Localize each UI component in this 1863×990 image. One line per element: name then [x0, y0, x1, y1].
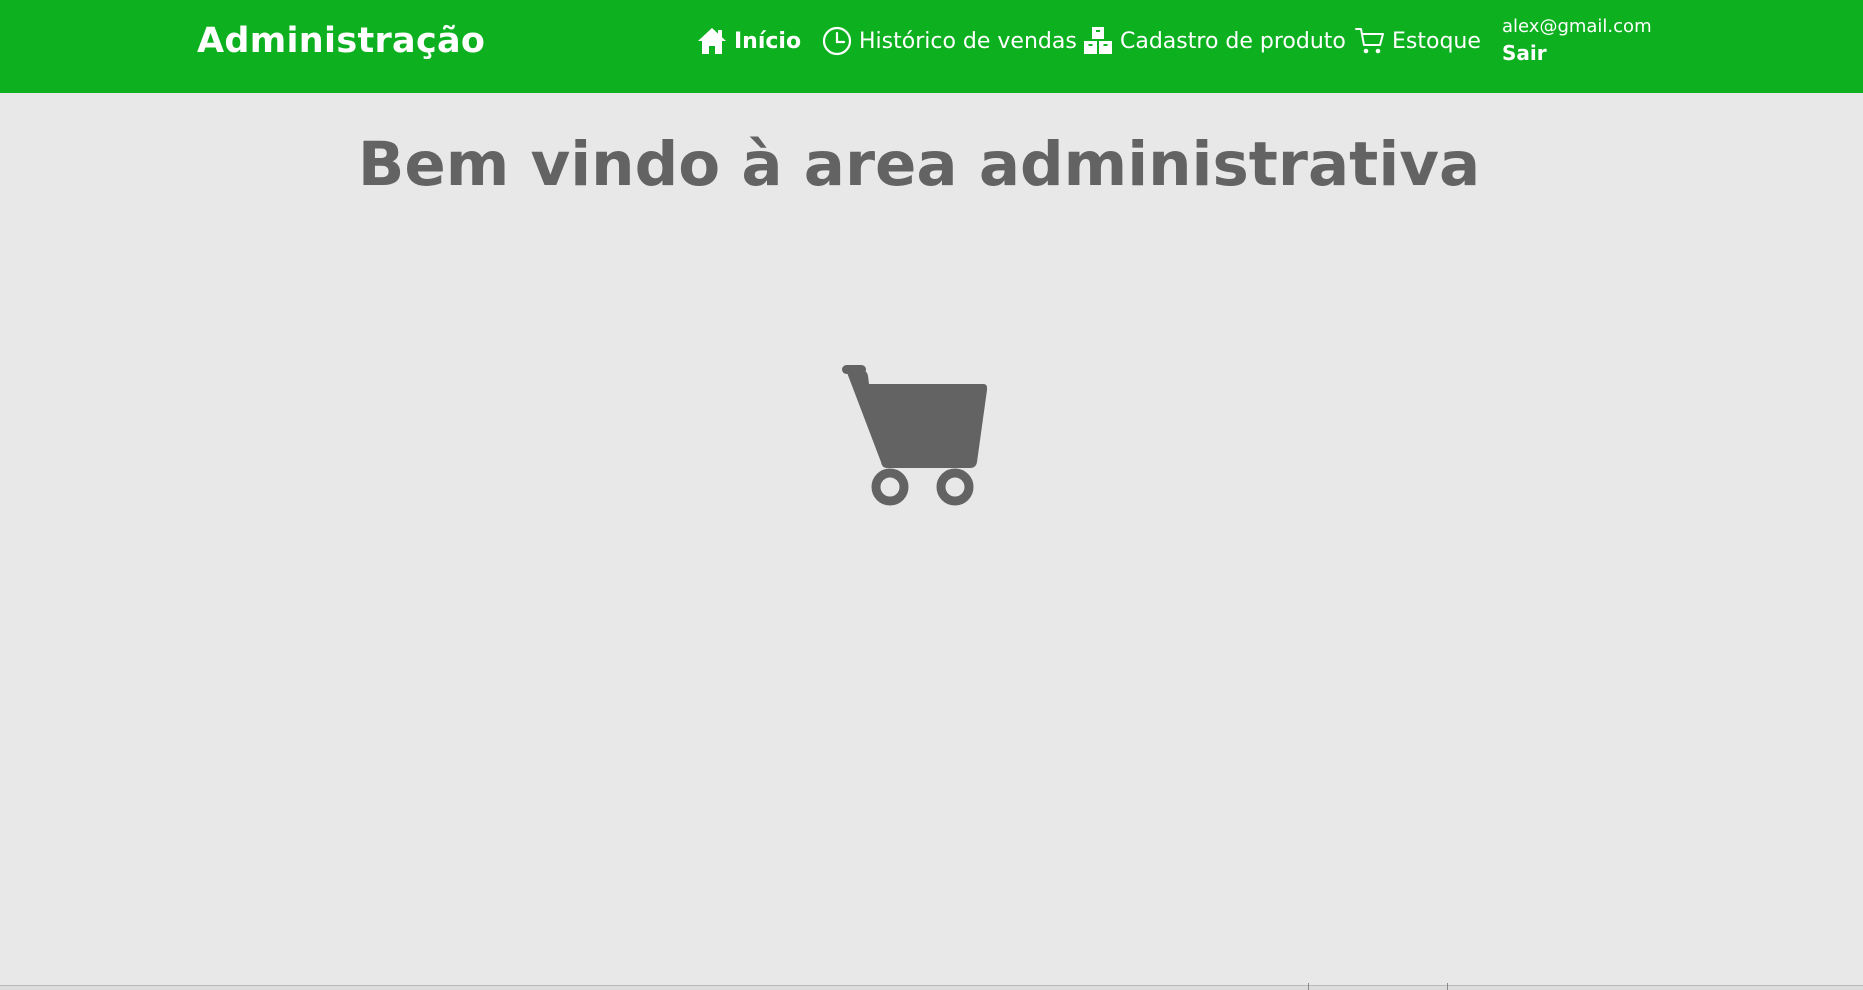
logout-link[interactable]: Sair	[1502, 40, 1652, 66]
user-menu: alex@gmail.com Sair	[1502, 14, 1652, 66]
shopping-cart-icon	[842, 362, 988, 511]
top-navbar: Administração Início Histórico de vendas	[0, 0, 1863, 93]
nav-label: Início	[734, 28, 802, 54]
welcome-heading: Bem vindo à area administrativa	[357, 129, 1481, 200]
strip-divider	[1308, 983, 1309, 990]
boxes-icon	[1083, 26, 1113, 56]
nav-item-cadastro-produto[interactable]: Cadastro de produto	[1083, 24, 1346, 58]
nav-item-inicio[interactable]: Início	[697, 24, 801, 58]
nav-item-estoque[interactable]: Estoque	[1355, 24, 1481, 58]
nav-label: Cadastro de produto	[1120, 28, 1346, 54]
clock-icon	[822, 26, 852, 56]
user-email: alex@gmail.com	[1502, 16, 1652, 37]
nav-label: Estoque	[1392, 28, 1481, 54]
nav-item-historico-vendas[interactable]: Histórico de vendas	[822, 24, 1077, 58]
nav-label: Histórico de vendas	[859, 28, 1077, 54]
cart-outline-icon	[1355, 26, 1385, 56]
brand-title[interactable]: Administração	[197, 18, 485, 64]
strip-divider	[1447, 983, 1448, 990]
home-icon	[697, 26, 727, 56]
status-strip	[0, 985, 1863, 990]
